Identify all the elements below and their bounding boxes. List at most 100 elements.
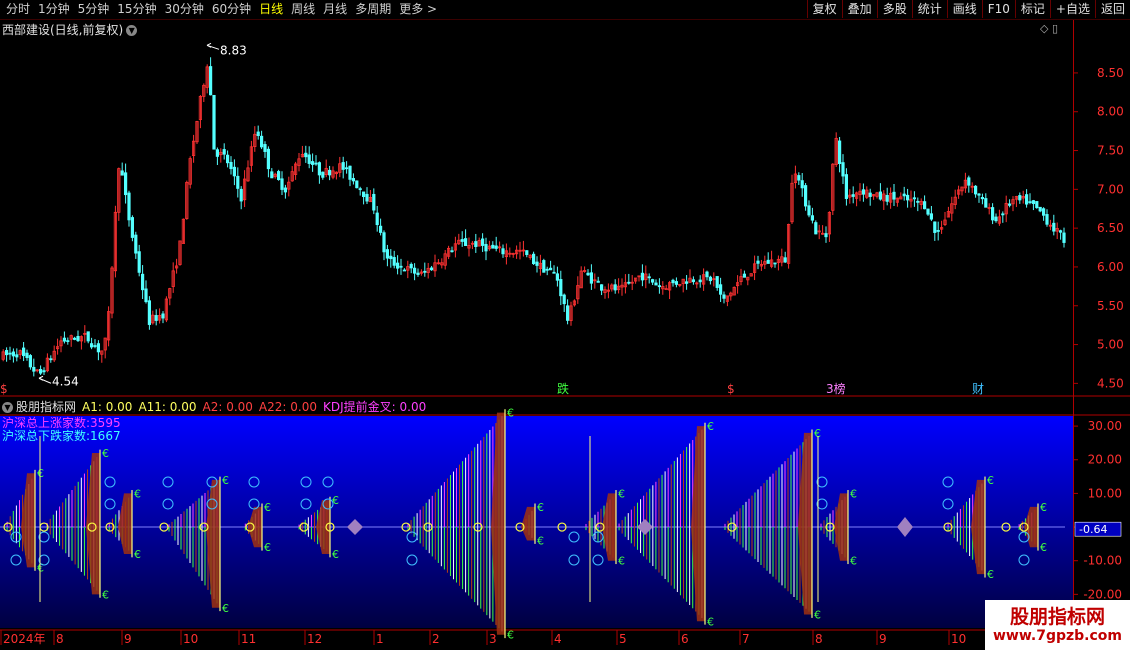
peak-glyph: € [134,548,141,561]
candle-body [929,213,934,220]
indicator-var: KDJ提前金叉: 0.00 [322,400,427,414]
candle-body [651,279,655,283]
chevron-down-icon[interactable]: ▼ [2,402,13,413]
price-tick-label: 6.00 [1097,260,1124,274]
x-tick-label: 5 [619,632,627,646]
candle-body [344,167,349,170]
candle-body [120,170,124,176]
candle-body [239,188,243,202]
candle-body [906,194,910,201]
candle-body [674,281,679,285]
stock-title[interactable]: 西部建设(日线,前复权) ▼ [2,21,138,38]
candle-body [39,368,43,374]
candle-body [878,191,883,200]
candle-body [429,267,434,271]
peak-glyph: € [507,407,514,420]
low-annotation: 4.54 [52,374,79,388]
candle-body [1045,214,1049,225]
indicator-var: A11: 0.00 [138,400,197,414]
candle-body [21,347,26,357]
x-tick-label: 4 [554,632,562,646]
candle-body [936,230,940,232]
candle-body [708,276,713,282]
candle-body [134,234,138,254]
candle-body [76,335,80,342]
candle-body [358,188,362,191]
candle-body [804,185,808,207]
candle-body [552,271,556,274]
indicator-background [0,416,1073,628]
candle-body [256,131,260,136]
candle-body [800,180,804,189]
price-tick-label: 4.50 [1097,376,1124,390]
peak-glyph: € [537,535,544,548]
candle-body [912,197,917,200]
price-tick-label: 5.50 [1097,299,1124,313]
candle-body [555,273,560,281]
candle-body [851,194,855,197]
indicator-name[interactable]: 股朋指标网 [16,400,76,414]
candle-body [161,313,165,319]
window-controls[interactable]: ◇ ▯ [1040,22,1058,35]
peak-glyph: € [707,420,714,433]
candle-body [916,200,920,203]
candle-body [351,178,356,182]
candle-body [722,294,726,299]
candle-body [525,250,529,255]
candle-body [327,169,332,176]
candle-body [984,198,988,208]
x-tick-label: 3 [489,632,497,646]
peak-glyph: € [987,568,994,581]
candle-body [137,251,141,273]
x-tick-label: 11 [241,632,256,646]
candle-body [657,285,662,288]
candle-body [280,178,284,190]
peak-glyph: € [222,474,229,487]
candle-body [647,276,651,279]
indicator-title: ▼ 股朋指标网 A1: 0.00 A11: 0.00 A2: 0.00 A22: 0.00… [2,398,438,415]
candle-body [8,352,12,355]
indicator-vars: A1: 0.00 A11: 0.00 A2: 0.00 A22: 0.00 KDJ提前金… [82,400,432,414]
watermark-line1: 股朋指标网 [1009,606,1105,628]
candle-body [902,193,906,197]
candle-body [885,194,889,202]
candle-body [742,273,747,278]
candle-body [317,162,322,176]
candle-body [654,282,658,286]
candle-body [1001,213,1005,216]
high-annotation: 8.83 [220,43,247,57]
peak-glyph: € [1040,541,1047,554]
candle-body [389,255,393,260]
candle-body [923,201,927,210]
candle-body [671,279,675,284]
candle-body [25,352,29,358]
peak-glyph: € [618,487,625,500]
candle-body [627,281,631,284]
stock-chart[interactable]: 8.50 8.00 7.50 7.00 6.50 6.00 5.50 5.00 4.50 30.0… [0,0,1130,650]
candle-body [304,152,308,158]
indicator-tick-label: 10.00 [1088,486,1122,500]
up-count-label: 沪深总上涨家数:3595 [2,415,121,430]
chevron-down-icon[interactable]: ▼ [126,25,138,36]
candle-body [416,272,420,275]
peak-glyph: € [537,501,544,514]
candle-body [402,269,407,272]
x-tick-label: 10 [183,632,198,646]
candle-body [222,149,226,155]
peak-glyph: € [102,447,109,460]
peak-glyph: € [222,602,229,615]
candle-body [225,154,230,164]
candle-body [90,343,94,348]
candle-body [756,260,760,264]
x-tick-label: 2 [432,632,440,646]
event-marker: $ [0,382,8,396]
price-tick-label: 6.50 [1097,221,1124,235]
candle-body [283,187,288,193]
candle-body [1025,194,1029,205]
x-tick-label: 7 [742,632,750,646]
x-tick-label: 8 [56,632,64,646]
candle-body [824,233,828,238]
candle-body [423,270,427,273]
candle-body [719,284,723,295]
indicator-tick-label: 20.00 [1088,453,1122,467]
